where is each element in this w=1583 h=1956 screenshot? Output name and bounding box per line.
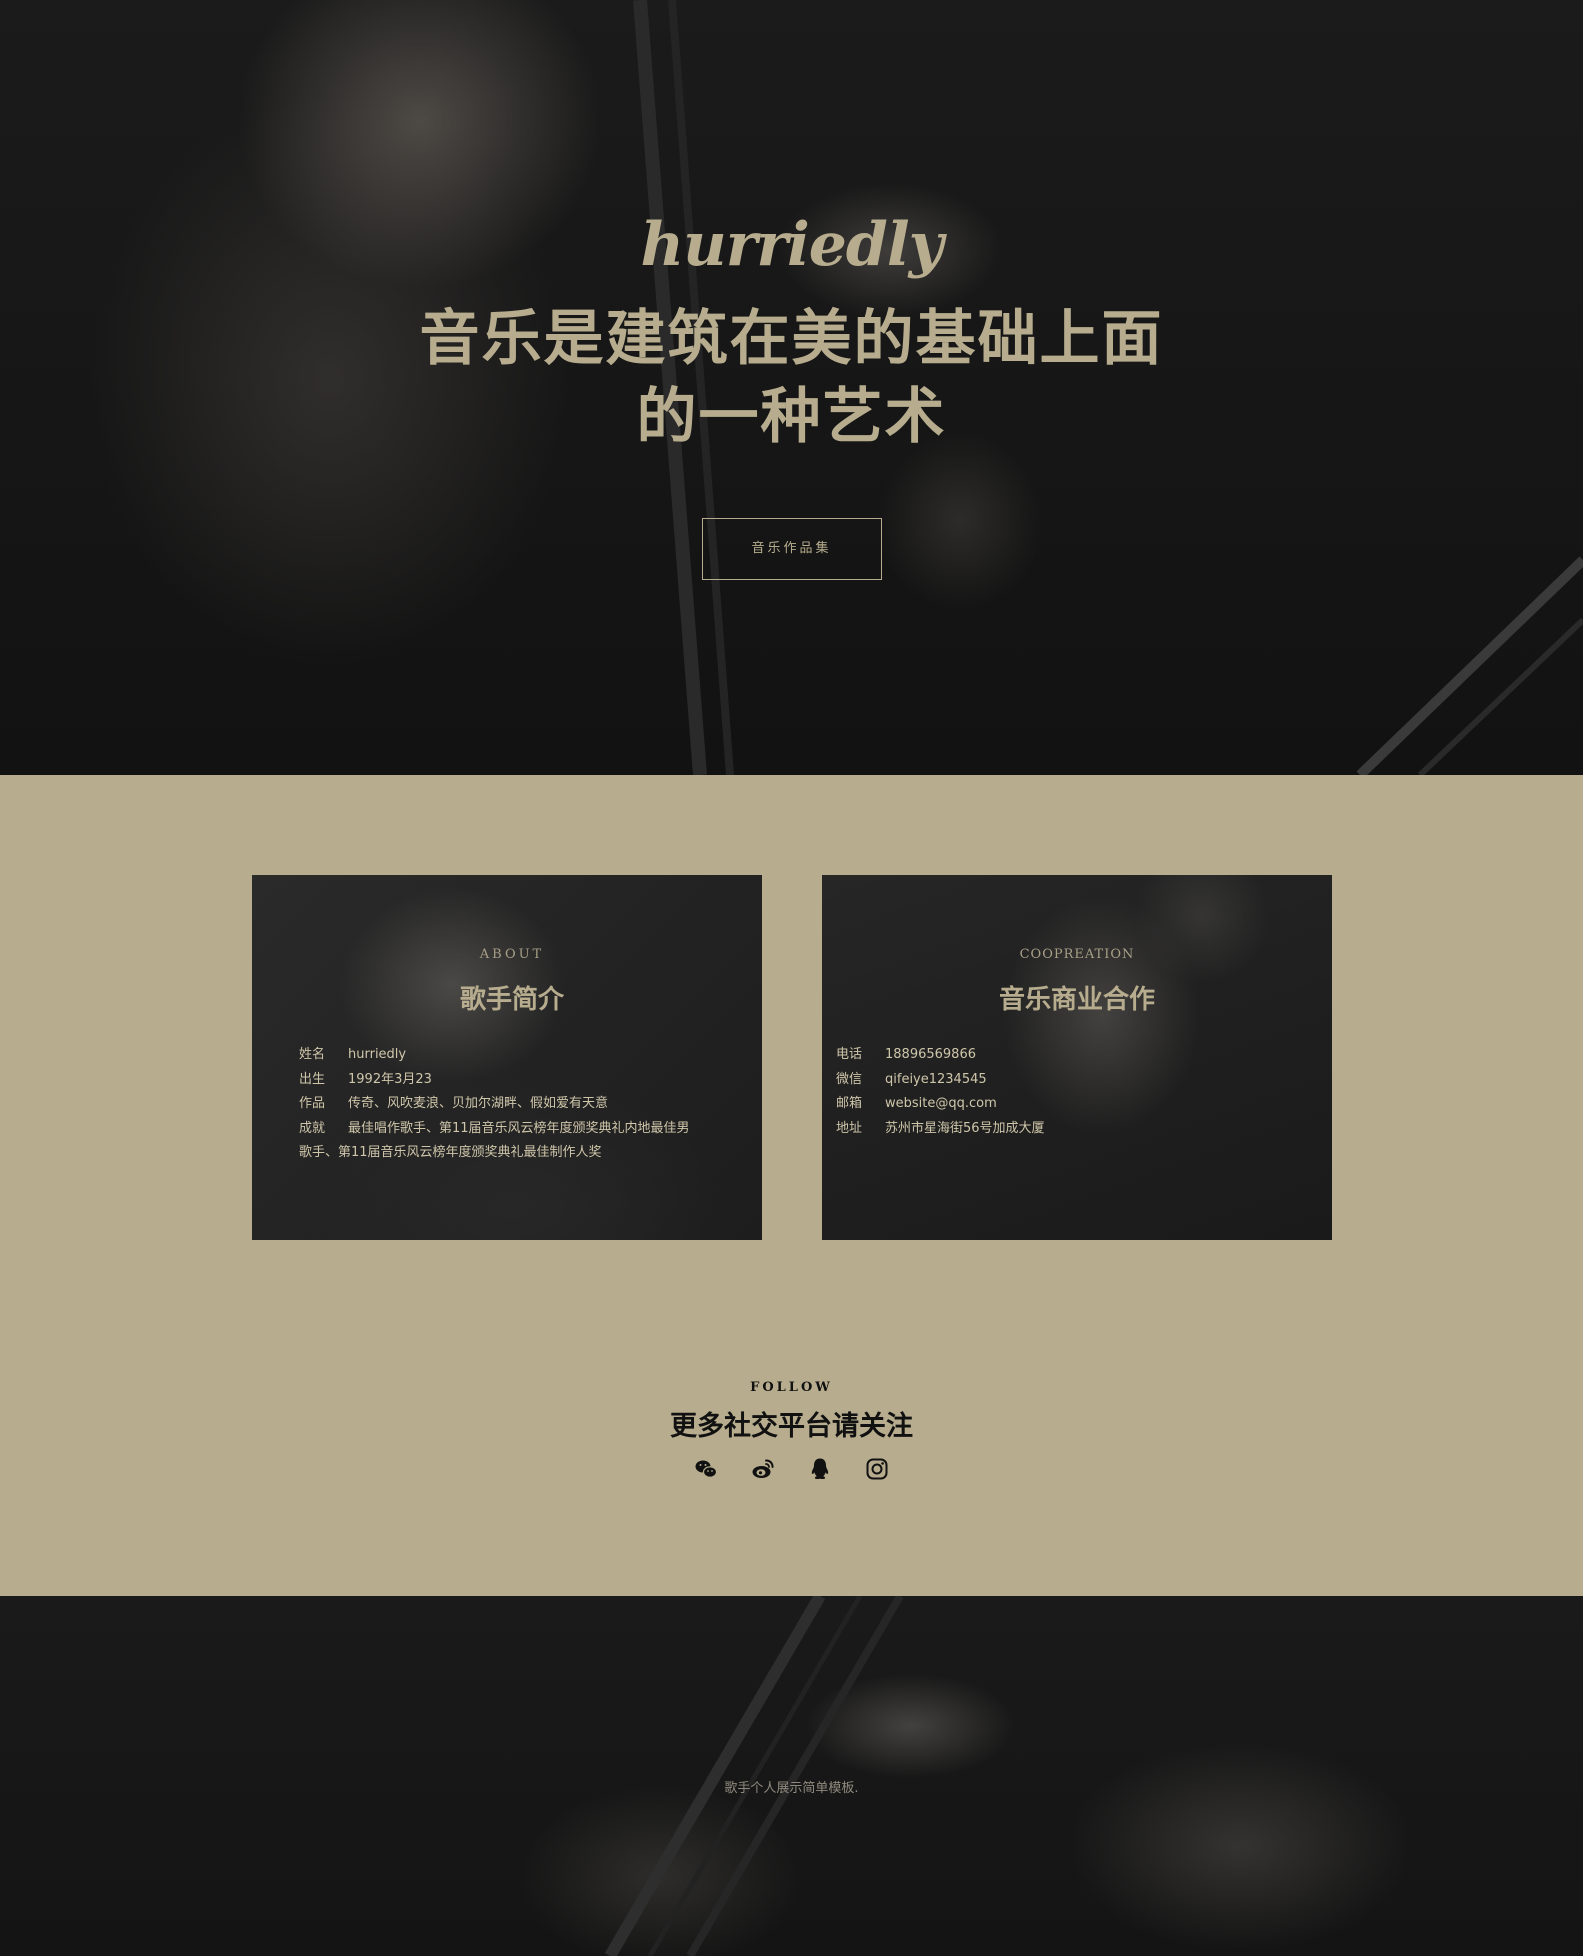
follow-title: 更多社交平台请关注: [670, 1411, 913, 1442]
info-key: 作品: [299, 1096, 326, 1111]
info-key: 邮箱: [836, 1096, 863, 1111]
info-key: 成就: [299, 1120, 326, 1136]
about-info-list: 姓名 hurriedly 出生 1992年3月23 作品 传奇、风吹麦浪、贝加尔湖畔、…: [299, 1043, 729, 1166]
info-value: 传奇、风吹麦浪、贝加尔湖畔、假如爱有天意: [348, 1096, 609, 1111]
weibo-icon[interactable]: [751, 1457, 775, 1481]
info-value: 18896569866: [885, 1047, 976, 1062]
qq-icon[interactable]: [808, 1457, 832, 1481]
hero-section: hurriedly 音乐是建筑在美的基础上面的一种艺术 音乐作品集: [0, 0, 1583, 775]
about-row-achievements: 成就 最佳唱作歌手、第11届音乐风云榜年度颁奖典礼内地最佳男: [299, 1117, 729, 1142]
follow-eyebrow: FOLLOW: [750, 1380, 833, 1395]
cooperation-row-phone: 电话 18896569866: [836, 1043, 1316, 1068]
cooperation-row-email: 邮箱 website@qq.com: [836, 1092, 1316, 1117]
hero-headline: 音乐是建筑在美的基础上面的一种艺术: [419, 304, 1164, 452]
cooperation-eyebrow: COOPREATION: [1019, 947, 1135, 962]
info-key: 电话: [836, 1047, 863, 1062]
info-section: ABOUT 歌手简介 姓名 hurriedly 出生 1992年3月23 作品 传奇、…: [0, 775, 1583, 1596]
footer: 歌手个人展示简单模板.: [0, 1596, 1583, 1956]
info-key: 姓名: [299, 1047, 326, 1062]
cooperation-card: COOPREATION 音乐商业合作 电话 18896569866 微信 qifei…: [822, 875, 1332, 1240]
about-row-birth: 出生 1992年3月23: [299, 1068, 729, 1093]
info-value: 1992年3月23: [348, 1071, 432, 1087]
info-value: 苏州市星海街56号加成大厦: [885, 1120, 1045, 1136]
instagram-icon[interactable]: [865, 1457, 889, 1481]
footer-background-image: [604, 1596, 904, 1956]
follow-block: FOLLOW 更多社交平台请关注: [0, 1380, 1583, 1481]
info-key: 微信: [836, 1071, 863, 1087]
info-value: qifeiye1234545: [885, 1071, 987, 1087]
about-card: ABOUT 歌手简介 姓名 hurriedly 出生 1992年3月23 作品 传奇、…: [252, 875, 762, 1240]
footer-text: 歌手个人展示简单模板.: [724, 1781, 859, 1796]
info-key: 地址: [836, 1120, 863, 1136]
about-row-name: 姓名 hurriedly: [299, 1043, 729, 1068]
wechat-icon[interactable]: [694, 1457, 718, 1481]
social-links: [0, 1457, 1583, 1481]
info-key: 出生: [299, 1071, 326, 1087]
about-title: 歌手简介: [459, 985, 564, 1015]
cooperation-row-address: 地址 苏州市星海街56号加成大厦: [836, 1117, 1316, 1142]
info-value: 最佳唱作歌手、第11届音乐风云榜年度颁奖典礼内地最佳男: [348, 1120, 690, 1136]
cooperation-title: 音乐商业合作: [998, 985, 1155, 1015]
site-logo[interactable]: hurriedly: [0, 210, 1583, 290]
about-row-works: 作品 传奇、风吹麦浪、贝加尔湖畔、假如爱有天意: [299, 1092, 729, 1117]
cooperation-info-list: 电话 18896569866 微信 qifeiye1234545 邮箱 website…: [836, 1043, 1316, 1141]
about-achievements-continued: 歌手、第11届音乐风云榜年度颁奖典礼最佳制作人奖: [299, 1145, 602, 1160]
cooperation-row-wechat: 微信 qifeiye1234545: [836, 1068, 1316, 1093]
portfolio-button[interactable]: 音乐作品集: [701, 518, 882, 580]
info-value: hurriedly: [348, 1047, 407, 1062]
info-value: website@qq.com: [885, 1096, 997, 1111]
about-eyebrow: ABOUT: [479, 947, 545, 962]
